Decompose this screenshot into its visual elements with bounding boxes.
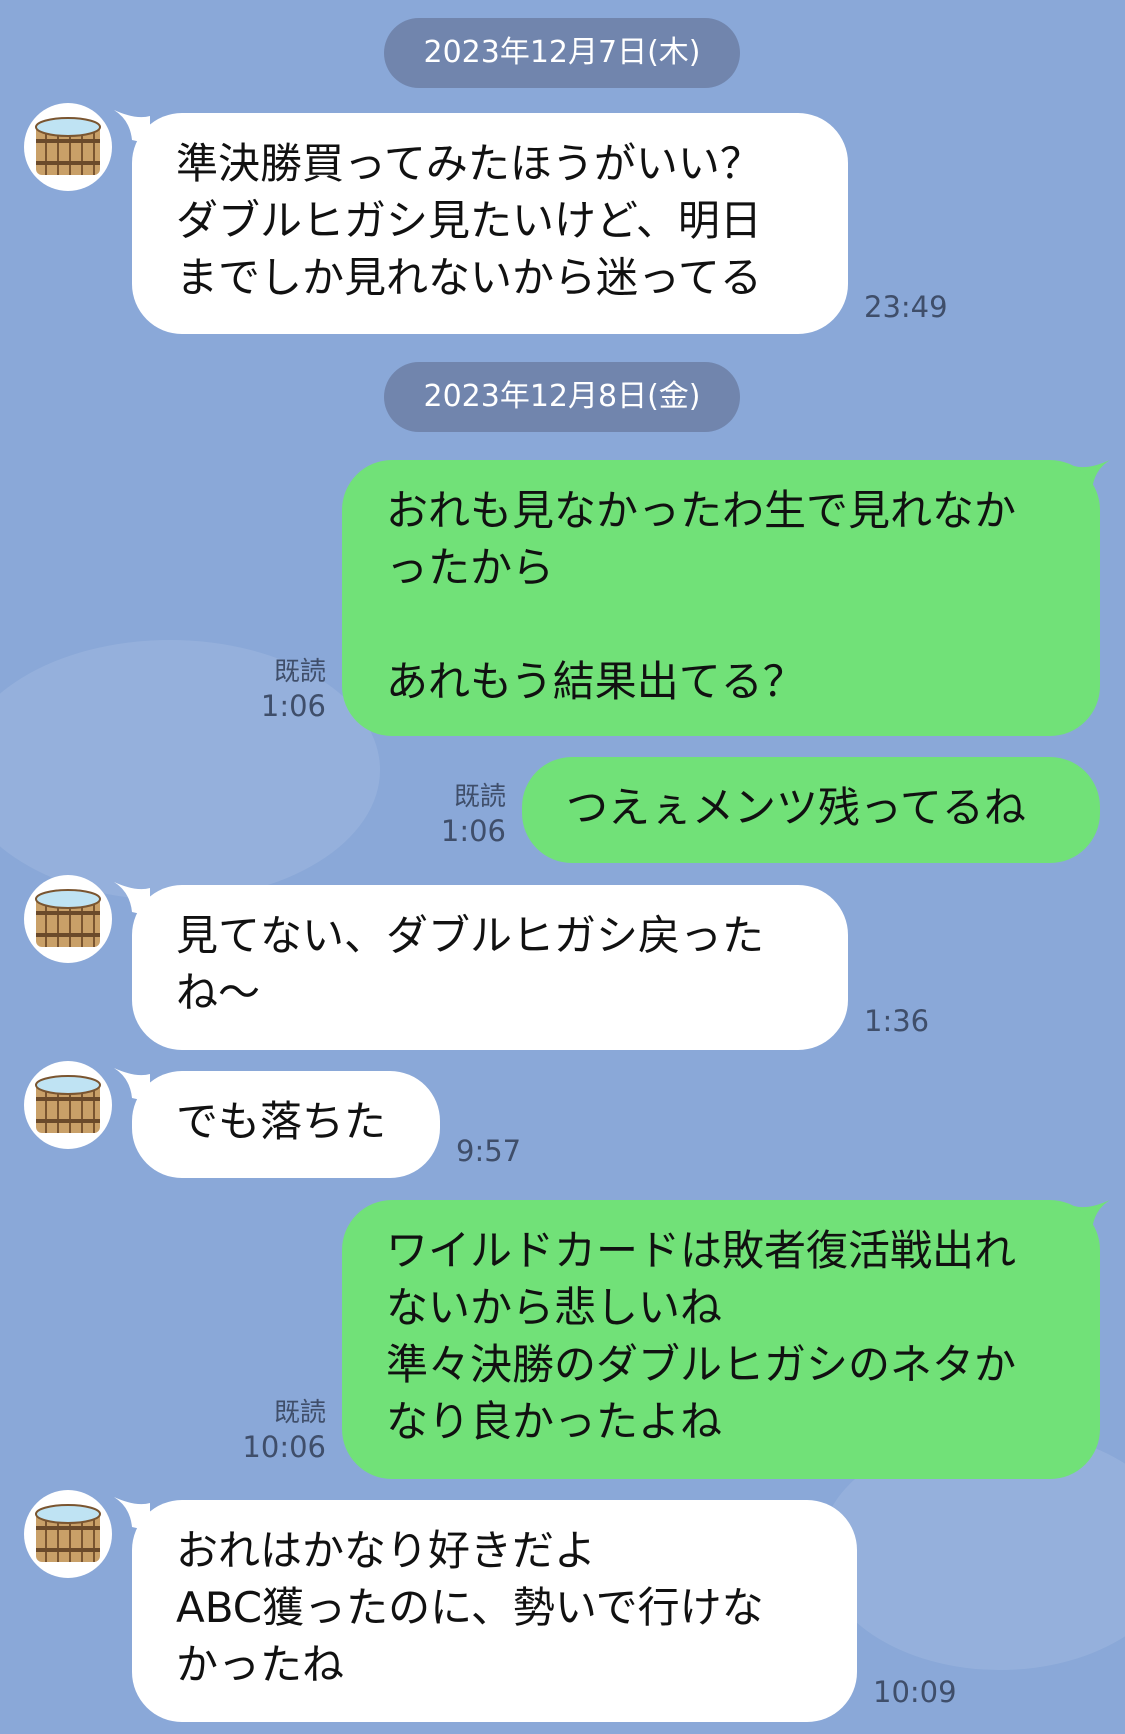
wooden-tub-icon [35,1075,101,1133]
read-label: 既読 [453,782,506,812]
avatar[interactable] [24,875,112,963]
message-time: 1:36 [864,1004,930,1038]
message-time: 1:06 [260,689,326,723]
message-time: 1:06 [440,814,506,848]
read-receipt: 既読 10:06 [226,1396,326,1464]
message-time: 9:57 [456,1134,522,1168]
avatar[interactable] [24,1490,112,1578]
wooden-tub-icon [35,1504,101,1562]
avatar[interactable] [24,1061,112,1149]
date-separator: 2023年12月8日(金) [384,362,740,432]
date-separator: 2023年12月7日(木) [384,18,740,88]
read-receipt: 既読 1:06 [406,780,506,848]
message-bubble-outgoing[interactable]: つえぇメンツ残ってるね [522,757,1100,863]
read-label: 既読 [273,1398,326,1428]
message-bubble-outgoing[interactable]: ワイルドカードは敗者復活戦出れ ないから悲しいね 準々決勝のダブルヒガシのネタか… [342,1200,1100,1479]
message-time: 10:09 [873,1675,957,1709]
read-label: 既読 [273,657,326,687]
message-bubble-incoming[interactable]: おれはかなり好きだよ ABC獲ったのに、勢いで行けな かったね [132,1500,857,1722]
message-bubble-incoming[interactable]: でも落ちた [132,1071,440,1178]
message-bubble-incoming[interactable]: 見てない、ダブルヒガシ戻った ね〜 [132,885,848,1050]
message-time: 10:06 [242,1430,326,1464]
message-time: 23:49 [864,290,948,324]
wooden-tub-icon [35,889,101,947]
avatar[interactable] [24,103,112,191]
read-receipt: 既読 1:06 [226,655,326,723]
message-bubble-incoming[interactable]: 準決勝買ってみたほうがいい？ ダブルヒガシ見たいけど、明日 までしか見れないから… [132,113,848,334]
wooden-tub-icon [35,117,101,175]
message-bubble-outgoing[interactable]: おれも見なかったわ生で見れなか ったから あれもう結果出てる？ [342,460,1100,736]
